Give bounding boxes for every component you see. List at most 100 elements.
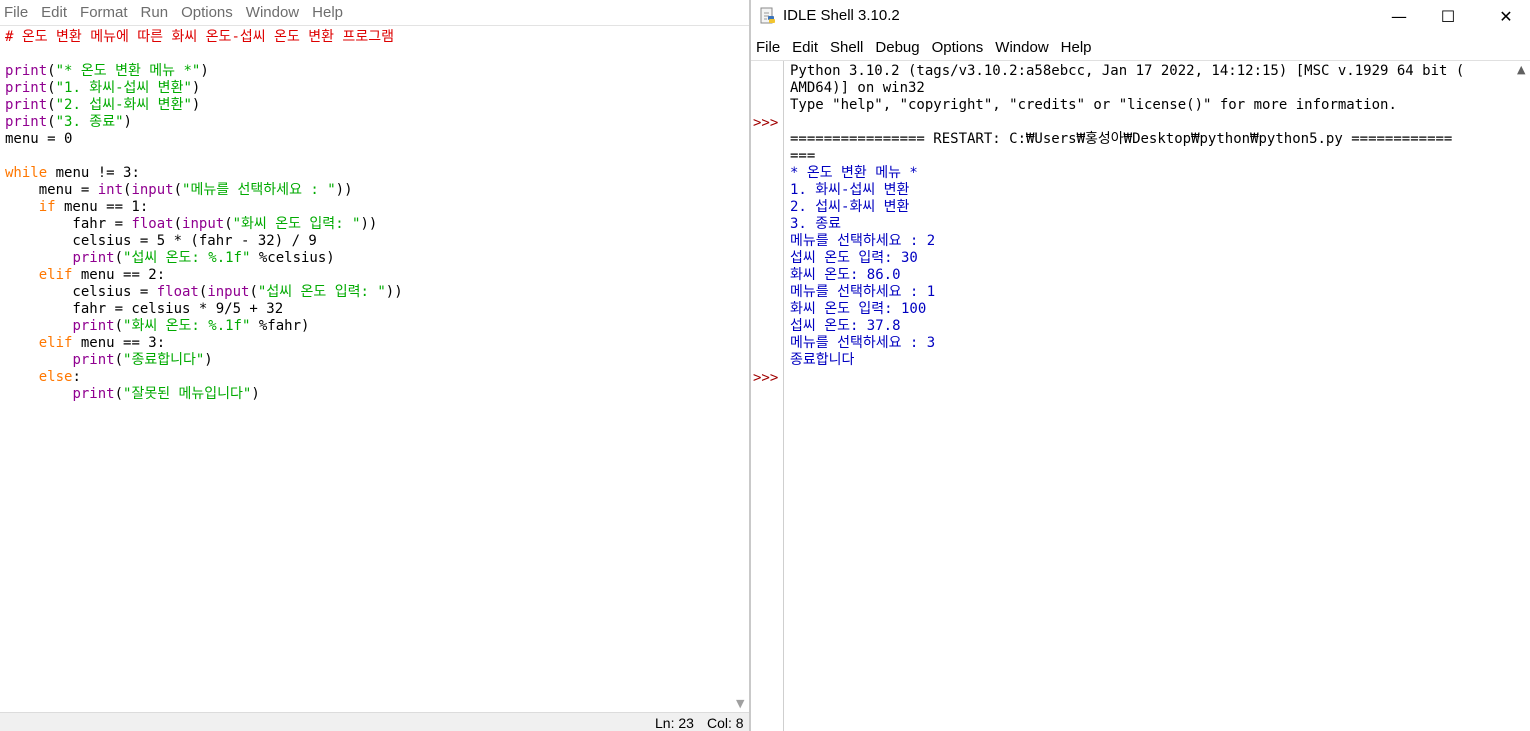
shell-line: 종료합니다 xyxy=(790,352,855,368)
shell-menu-shell[interactable]: Shell xyxy=(830,39,863,56)
code-token: ( xyxy=(47,80,56,96)
editor-menubar: File Edit Format Run Options Window Help xyxy=(0,0,749,26)
code-token: print xyxy=(5,97,48,113)
editor-menu-options[interactable]: Options xyxy=(181,4,233,21)
shell-title-bar[interactable]: IDLE Shell 3.10.2 — ☐ ✕ xyxy=(751,0,1530,32)
code-token: %fahr) xyxy=(250,318,310,334)
code-token: ) xyxy=(204,352,213,368)
editor-menu-help[interactable]: Help xyxy=(312,4,343,21)
editor-menu-format[interactable]: Format xyxy=(80,4,128,21)
minimize-button[interactable]: — xyxy=(1376,0,1422,32)
code-token: float xyxy=(156,284,199,300)
shell-menu-window[interactable]: Window xyxy=(995,39,1048,56)
idle-app-icon xyxy=(759,7,777,25)
code-token: "3. 종료" xyxy=(55,114,124,130)
code-token: print xyxy=(5,114,48,130)
editor-menu-run[interactable]: Run xyxy=(141,4,169,21)
code-line: print("섭씨 온도: %.1f" %celsius) xyxy=(5,250,403,267)
code-token: input xyxy=(182,216,225,232)
code-token: ( xyxy=(114,386,124,402)
shell-menu-debug[interactable]: Debug xyxy=(875,39,919,56)
code-token: input xyxy=(207,284,250,300)
editor-vertical-scrollbar[interactable]: ▼ xyxy=(733,27,749,712)
code-line: print("1. 화씨-섭씨 변환") xyxy=(5,80,403,97)
shell-menu-options[interactable]: Options xyxy=(932,39,984,56)
code-line: print("화씨 온도: %.1f" %fahr) xyxy=(5,318,403,335)
code-token: float xyxy=(131,216,174,232)
code-line: if menu == 1: xyxy=(5,199,403,216)
code-token: "화씨 온도 입력: " xyxy=(232,216,361,232)
code-token: "2. 섭씨-화씨 변환" xyxy=(55,97,192,113)
shell-menu-help[interactable]: Help xyxy=(1061,39,1092,56)
code-line: elif menu == 3: xyxy=(5,335,403,352)
shell-line: Python 3.10.2 (tags/v3.10.2:a58ebcc, Jan… xyxy=(790,63,1465,79)
code-token: print xyxy=(72,250,115,266)
close-button[interactable]: ✕ xyxy=(1483,0,1529,32)
code-token: "1. 화씨-섭씨 변환" xyxy=(55,80,192,96)
editor-menu-edit[interactable]: Edit xyxy=(41,4,67,21)
shell-line: Type "help", "copyright", "credits" or "… xyxy=(790,97,1397,113)
shell-output[interactable]: Python 3.10.2 (tags/v3.10.2:a58ebcc, Jan… xyxy=(790,63,1515,369)
shell-line: 화씨 온도: 86.0 xyxy=(790,267,901,283)
code-line: print("* 온도 변환 메뉴 *") xyxy=(5,63,403,80)
code-token: menu = 0 xyxy=(5,131,73,147)
code-token: : xyxy=(72,369,81,385)
editor-menu-window[interactable]: Window xyxy=(246,4,299,21)
maximize-button[interactable]: ☐ xyxy=(1425,0,1471,32)
line-number-indicator: Ln: 23 xyxy=(655,715,694,731)
editor-window: File Edit Format Run Options Window Help # 온도 … xyxy=(0,0,749,731)
shell-vertical-scrollbar[interactable]: ▲ xyxy=(1514,61,1530,731)
code-line: # 온도 변환 메뉴에 따른 화씨 온도-섭씨 온도 변환 프로그램 xyxy=(5,29,403,46)
code-token: "섭씨 온도: %.1f" xyxy=(123,250,251,266)
shell-line: 2. 섭씨-화씨 변환 xyxy=(790,199,910,215)
code-token: elif xyxy=(38,267,73,283)
editor-menu-file[interactable]: File xyxy=(4,4,28,21)
shell-line: 메뉴를 선택하세요 : 1 xyxy=(790,284,936,300)
shell-menu-file[interactable]: File xyxy=(756,39,780,56)
scroll-down-arrow-icon[interactable]: ▼ xyxy=(736,697,744,710)
code-line: else: xyxy=(5,369,403,386)
code-token: "화씨 온도: %.1f" xyxy=(123,318,251,334)
shell-console-text[interactable]: Python 3.10.2 (tags/v3.10.2:a58ebcc, Jan… xyxy=(790,63,1515,369)
code-token: %celsius) xyxy=(250,250,335,266)
code-token: ) xyxy=(200,63,209,79)
code-token: ( xyxy=(173,182,183,198)
code-line: while menu != 3: xyxy=(5,165,403,182)
shell-line: 섭씨 온도: 37.8 xyxy=(790,318,901,334)
code-token: "잘못된 메뉴입니다" xyxy=(123,386,252,402)
shell-line: === xyxy=(790,148,816,164)
shell-menu-edit[interactable]: Edit xyxy=(792,39,818,56)
code-token: ( xyxy=(47,97,56,113)
code-token: menu == 2: xyxy=(72,267,166,283)
scroll-up-arrow-icon[interactable]: ▲ xyxy=(1517,63,1525,76)
code-token: fahr = xyxy=(5,216,132,232)
shell-window: IDLE Shell 3.10.2 — ☐ ✕ File Edit Shell Deb… xyxy=(751,0,1530,731)
shell-line: 1. 화씨-섭씨 변환 xyxy=(790,182,910,198)
code-token: if xyxy=(38,199,56,215)
code-token: ) xyxy=(123,114,132,130)
code-token: print xyxy=(5,63,48,79)
shell-line: 메뉴를 선택하세요 : 2 xyxy=(790,233,936,249)
code-token: ( xyxy=(249,284,258,300)
shell-line: 3. 종료 xyxy=(790,216,842,232)
code-token: ) xyxy=(191,80,201,96)
code-line: celsius = float(input("섭씨 온도 입력: ")) xyxy=(5,284,402,301)
shell-menubar: File Edit Shell Debug Options Window Help xyxy=(751,34,1530,60)
editor-status-bar: Ln: 23 Col: 8 xyxy=(0,712,749,731)
code-token: print xyxy=(5,80,48,96)
code-token: ( xyxy=(47,114,56,130)
code-token: ( xyxy=(114,250,124,266)
code-line: fahr = celsius * 9/5 + 32 xyxy=(5,301,403,318)
code-editor[interactable]: # 온도 변환 메뉴에 따른 화씨 온도-섭씨 온도 변환 프로그램 print(… xyxy=(5,29,403,403)
shell-body: >>> >>> Python 3.10.2 (tags/v3.10.2:a58eb… xyxy=(751,60,1530,731)
code-line: celsius = 5 * (fahr - 32) / 9 xyxy=(5,233,403,250)
code-line: menu = 0 xyxy=(5,131,403,148)
code-token: menu == 1: xyxy=(55,199,149,215)
